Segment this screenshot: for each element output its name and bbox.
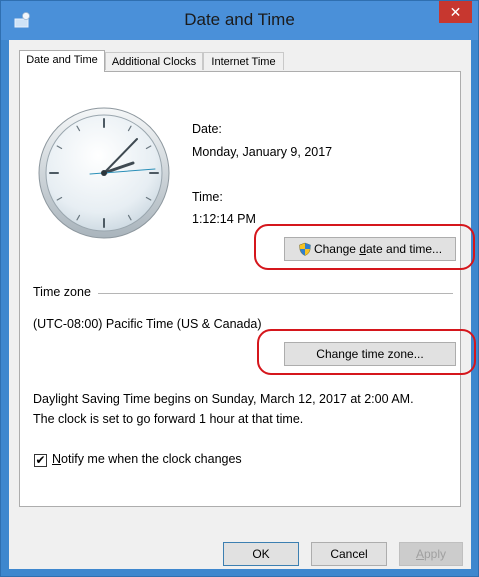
date-time-dialog: Date and Time ✕ Date and Time Additional…: [0, 0, 479, 577]
dialog-client-area: Date and Time Additional Clocks Internet…: [9, 40, 471, 569]
highlight-change-date-and-time: [254, 224, 475, 270]
tab-internet-time[interactable]: Internet Time: [203, 52, 284, 70]
tab-panel: Date: Monday, January 9, 2017 Time: 1:12…: [19, 71, 461, 507]
notify-label-text: otify me when the clock changes: [61, 452, 242, 466]
apply-label-accel: A: [415, 547, 424, 561]
window-title: Date and Time: [184, 10, 295, 29]
dst-line-2: The clock is set to go forward 1 hour at…: [33, 412, 304, 426]
notify-checkbox[interactable]: ✔: [34, 454, 47, 467]
highlight-change-time-zone: [257, 329, 476, 375]
apply-label-rest: pply: [424, 547, 447, 561]
title-bar[interactable]: Date and Time ✕: [1, 1, 478, 40]
notify-label-accel: N: [52, 452, 62, 466]
cancel-button[interactable]: Cancel: [311, 542, 387, 566]
tab-date-and-time[interactable]: Date and Time: [19, 50, 105, 72]
date-value: Monday, January 9, 2017: [192, 145, 333, 159]
time-zone-section-label: Time zone: [33, 285, 91, 299]
ok-button[interactable]: OK: [223, 542, 299, 566]
time-zone-value: (UTC-08:00) Pacific Time (US & Canada): [33, 317, 262, 331]
date-label: Date:: [192, 122, 222, 136]
time-label: Time:: [192, 190, 223, 204]
time-zone-divider: [98, 293, 453, 294]
close-button[interactable]: ✕: [439, 1, 472, 23]
tab-additional-clocks[interactable]: Additional Clocks: [105, 52, 203, 70]
analog-clock-icon: [38, 107, 170, 239]
notify-label[interactable]: Notify me when the clock changes: [52, 452, 242, 466]
apply-button[interactable]: Apply: [399, 542, 463, 566]
dst-line-1: Daylight Saving Time begins on Sunday, M…: [33, 392, 414, 406]
time-value: 1:12:14 PM: [192, 212, 256, 226]
